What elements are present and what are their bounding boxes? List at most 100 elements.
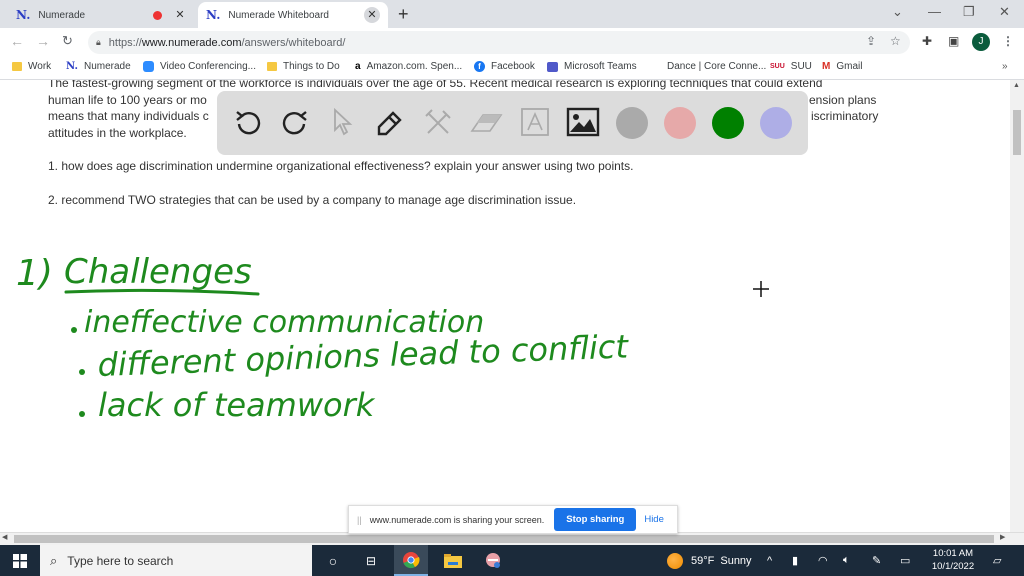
bookmark-label: Work: [28, 61, 52, 72]
tab-search-chevron-icon[interactable]: ⌄: [892, 4, 903, 20]
color-swatch-green[interactable]: [712, 107, 744, 139]
shapes-tool-button[interactable]: [421, 105, 455, 139]
restore-button[interactable]: ❐: [963, 4, 975, 20]
select-tool-button[interactable]: [325, 105, 359, 139]
tab-strip: N. Numerade ✕ N. Numerade Whiteboard ✕ +…: [0, 0, 1024, 28]
new-tab-button[interactable]: +: [398, 4, 409, 25]
bookmark-video-conferencing[interactable]: Video Conferencing...: [143, 61, 256, 72]
share-message: www.numerade.com is sharing your screen.: [369, 514, 545, 525]
bookmark-suu[interactable]: SUU SUU: [770, 61, 812, 72]
bullet-dot: [79, 411, 85, 417]
scroll-left-arrow-icon[interactable]: ◀: [2, 533, 7, 541]
close-window-button[interactable]: ✕: [999, 4, 1010, 20]
scroll-right-arrow-icon[interactable]: ▶: [1000, 533, 1005, 541]
tab-numerade[interactable]: N. Numerade ✕: [8, 2, 196, 28]
eraser-tool-button[interactable]: [469, 105, 503, 139]
bookmark-things-to-do[interactable]: Things to Do: [267, 61, 340, 72]
address-bar[interactable]: 🔒︎ https://www.numerade.com/answers/whit…: [88, 31, 910, 54]
stop-sharing-button[interactable]: Stop sharing: [554, 508, 637, 531]
show-hidden-icons-button[interactable]: ^: [767, 545, 772, 576]
numerade-favicon-icon: N.: [16, 8, 31, 22]
eraser-icon: [470, 114, 503, 132]
tab-title: Numerade Whiteboard: [228, 9, 329, 21]
clock-time: 10:01 AM: [932, 548, 974, 559]
drag-handle-icon[interactable]: ||: [357, 515, 362, 525]
scroll-up-arrow-icon[interactable]: ▲: [1013, 82, 1020, 89]
bookmark-microsoft-teams[interactable]: Microsoft Teams: [547, 61, 637, 72]
numerade-icon: N.: [66, 61, 78, 72]
hide-button[interactable]: Hide: [644, 514, 664, 525]
bookmark-facebook[interactable]: f Facebook: [474, 61, 535, 72]
teams-icon: [547, 61, 558, 72]
zoom-icon: [143, 61, 154, 72]
taskbar-file-explorer[interactable]: [438, 545, 468, 576]
taskbar-app[interactable]: [478, 545, 508, 576]
bookmark-numerade[interactable]: N. Numerade: [66, 61, 131, 72]
search-icon: ⌕: [50, 552, 58, 568]
bookmark-work[interactable]: Work: [12, 61, 51, 72]
start-button[interactable]: [0, 545, 40, 576]
heading-number: 1): [16, 253, 53, 294]
taskbar-chrome[interactable]: [394, 545, 428, 576]
redo-icon: [282, 111, 307, 135]
bookmark-dance[interactable]: Dance | Core Conne...: [667, 61, 766, 72]
wifi-icon[interactable]: ◠: [818, 545, 828, 576]
tab-numerade-whiteboard[interactable]: N. Numerade Whiteboard ✕: [198, 2, 388, 28]
image-tool-button[interactable]: [566, 105, 600, 139]
pen-workspace-icon[interactable]: ✎: [872, 545, 881, 576]
pen-icon: [377, 111, 402, 136]
navigation-bar: ← → ↻ 🔒︎ https://www.numerade.com/answer…: [0, 28, 1024, 56]
bookmark-star-icon[interactable]: ☆: [890, 34, 901, 48]
bookmark-amazon[interactable]: a Amazon.com. Spen...: [355, 61, 462, 72]
numerade-favicon-icon: N.: [206, 8, 221, 22]
bullet-dot: [79, 369, 85, 375]
volume-icon[interactable]: 🔈︎: [843, 545, 850, 576]
reload-button[interactable]: ↻: [62, 33, 73, 49]
vertical-scrollbar[interactable]: ▲: [1010, 80, 1024, 532]
horizontal-scrollbar-thumb[interactable]: [14, 535, 994, 543]
redo-button[interactable]: [278, 105, 312, 139]
back-button[interactable]: ←: [10, 33, 24, 49]
color-swatch-pink[interactable]: [664, 107, 696, 139]
vertical-scrollbar-thumb[interactable]: [1013, 110, 1021, 155]
search-placeholder: Type here to search: [67, 553, 174, 568]
bookmark-label: Facebook: [491, 61, 535, 72]
menu-kebab-icon[interactable]: ⋮: [1002, 34, 1014, 48]
url-scheme: https://: [108, 36, 142, 49]
profile-avatar[interactable]: J: [972, 33, 990, 51]
weather-temp: 59°F: [691, 554, 715, 567]
suu-icon: SUU: [770, 63, 785, 70]
whiteboard-toolbar: [217, 91, 808, 155]
lock-icon: 🔒︎: [96, 37, 101, 47]
extensions-icon[interactable]: ✚: [922, 34, 932, 48]
forward-button[interactable]: →: [36, 33, 50, 49]
bookmark-label: Video Conferencing...: [160, 61, 256, 72]
sun-icon: [667, 552, 683, 569]
undo-button[interactable]: [231, 105, 265, 139]
bookmark-label: Microsoft Teams: [564, 61, 637, 72]
taskbar-search-box[interactable]: ⌕ Type here to search: [40, 545, 312, 576]
bookmark-label: SUU: [790, 61, 812, 72]
color-swatch-lavender[interactable]: [760, 107, 792, 139]
cortana-button[interactable]: ○: [318, 545, 348, 576]
bookmark-gmail[interactable]: M Gmail: [822, 61, 862, 72]
tab-close-icon[interactable]: ✕: [364, 7, 380, 23]
keyboard-icon[interactable]: ▭: [900, 545, 910, 576]
taskbar-clock[interactable]: 10:01 AM 10/1/2022: [922, 547, 984, 573]
usb-device-icon[interactable]: ▮: [792, 545, 798, 576]
weather-widget[interactable]: 59°F Sunny: [667, 545, 752, 576]
bookmarks-overflow-button[interactable]: »: [1002, 61, 1008, 72]
share-icon[interactable]: ⇪: [866, 34, 876, 48]
task-view-button[interactable]: ⊟: [356, 545, 386, 576]
text-tool-button[interactable]: [518, 105, 552, 139]
image-icon: [566, 107, 600, 137]
tab-close-icon[interactable]: ✕: [172, 7, 188, 23]
gmail-icon: M: [822, 61, 831, 72]
bullet-3: lack of teamwork: [98, 386, 376, 424]
side-panel-icon[interactable]: ▣: [948, 34, 959, 48]
minimize-button[interactable]: —: [928, 4, 941, 19]
pen-tool-button[interactable]: [373, 105, 407, 139]
notifications-icon[interactable]: ▱: [993, 545, 1001, 576]
undo-icon: [236, 111, 261, 135]
color-swatch-gray[interactable]: [616, 107, 648, 139]
